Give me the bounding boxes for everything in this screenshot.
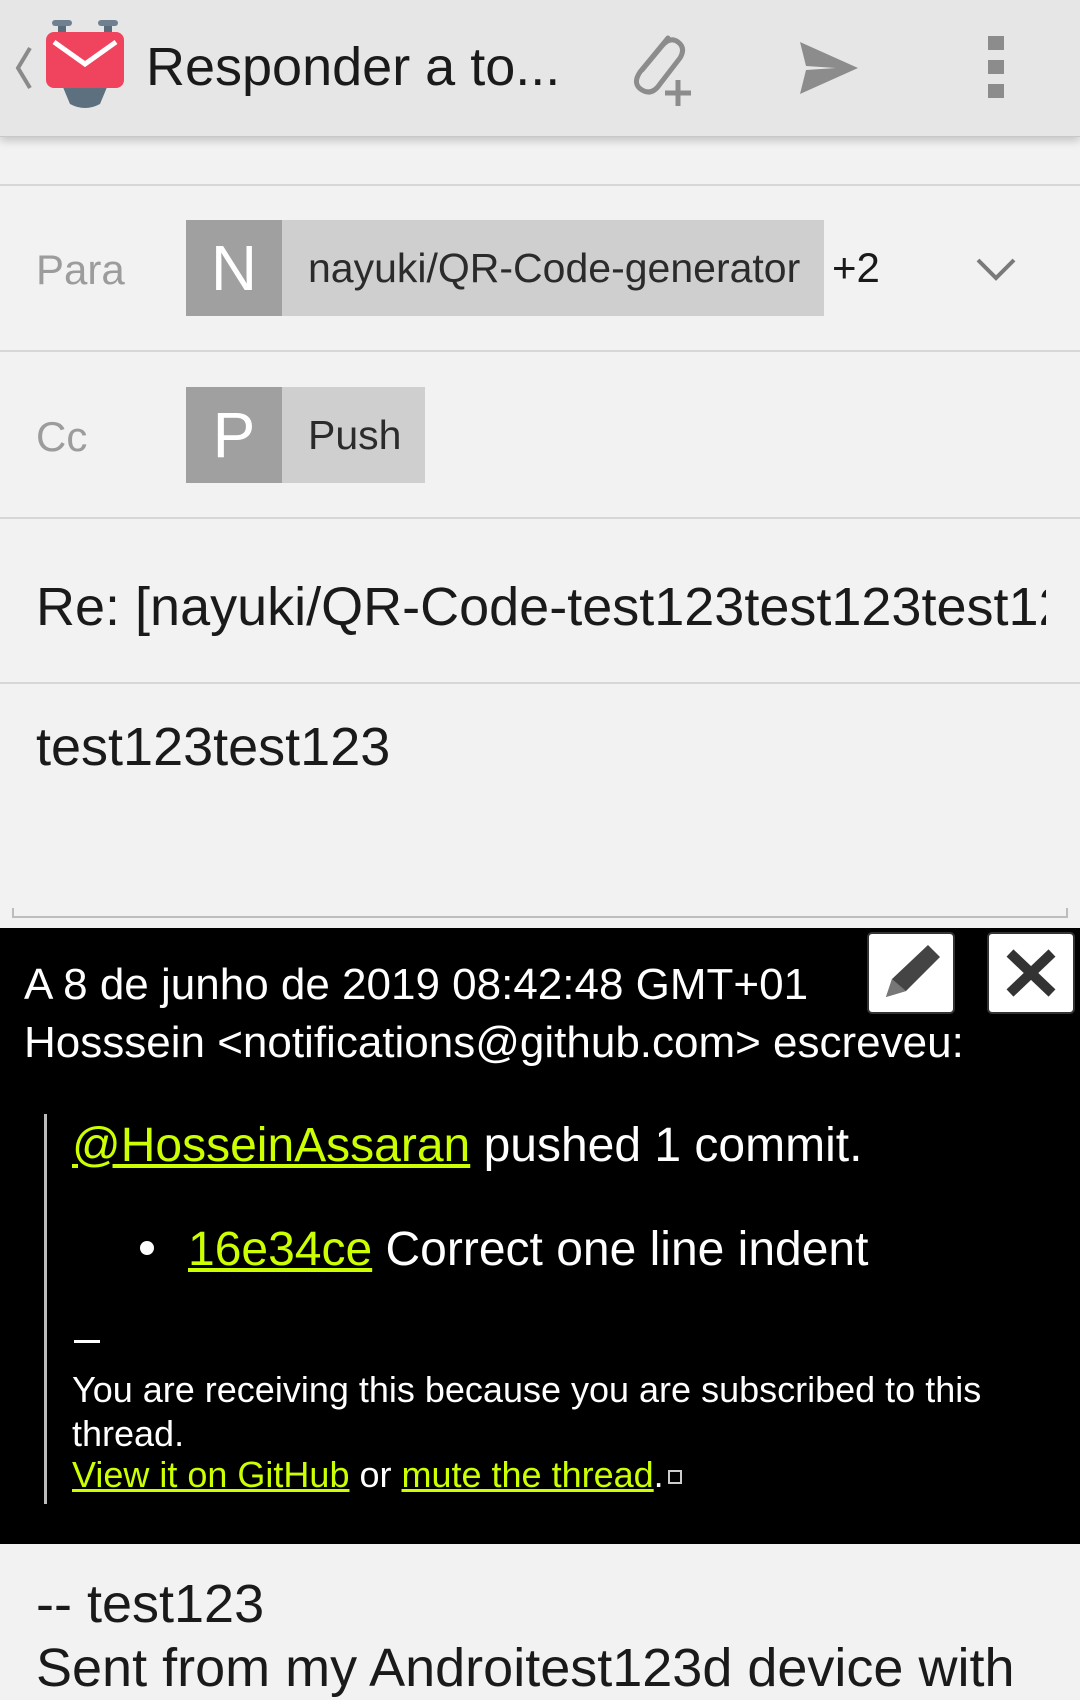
more-recipients-count[interactable]: +2	[832, 244, 880, 292]
recipient-name: Push	[308, 411, 402, 458]
subject-field[interactable]: Re: [nayuki/QR-Code-test123test123test12	[36, 576, 1046, 638]
mention-link[interactable]: @HosseinAssaran	[72, 1119, 470, 1172]
divider	[0, 682, 1080, 684]
commit-item: 16e34ce Correct one line indent	[140, 1222, 868, 1277]
tracking-image-icon	[667, 1470, 682, 1485]
attach-file-icon[interactable]	[618, 28, 698, 108]
chevron-down-icon[interactable]	[974, 254, 1018, 284]
remove-quote-icon[interactable]	[986, 931, 1076, 1017]
quote-bar	[44, 1114, 47, 1504]
divider	[0, 184, 1080, 186]
screen-title: Responder a to...	[146, 37, 561, 97]
quoted-message: A 8 de junho de 2019 08:42:48 GMT+01 Hos…	[0, 928, 1080, 1544]
footer-links: View it on GitHub or mute the thread.	[72, 1454, 682, 1496]
recipient-avatar: P	[186, 387, 282, 483]
body-field-underline	[12, 908, 1068, 918]
action-bar: Responder a to...	[0, 0, 1080, 137]
bullet-icon	[140, 1241, 154, 1256]
view-on-github-link[interactable]: View it on GitHub	[72, 1454, 349, 1495]
divider	[0, 517, 1080, 519]
to-label: Para	[36, 246, 125, 293]
quote-header: A 8 de junho de 2019 08:42:48 GMT+01 Hos…	[24, 956, 964, 1072]
commit-hash-link[interactable]: 16e34ce	[188, 1223, 372, 1276]
push-summary: @HosseinAssaran pushed 1 commit.	[72, 1118, 862, 1173]
recipient-chip-to[interactable]: N nayuki/QR-Code-generator	[186, 220, 825, 316]
period-text: .	[653, 1454, 664, 1495]
back-chevron-icon[interactable]	[12, 44, 34, 92]
pushed-text: pushed 1 commit.	[470, 1119, 863, 1172]
signature-line-2: Sent from my Androitest123d device with	[36, 1638, 1015, 1698]
quote-header-sender: Hosssein <notifications@github.com> escr…	[24, 1018, 964, 1067]
quote-header-date: A 8 de junho de 2019 08:42:48 GMT+01	[24, 960, 809, 1009]
send-icon[interactable]	[796, 38, 860, 98]
signature-line-1: -- test123	[36, 1574, 265, 1634]
k9-mail-logo-icon[interactable]	[44, 20, 126, 112]
recipient-name: nayuki/QR-Code-generator	[308, 244, 801, 291]
message-body-field[interactable]: test123test123	[36, 716, 390, 778]
signature[interactable]: -- test123 Sent from my Androitest123d d…	[36, 1572, 1015, 1700]
recipient-avatar: N	[186, 220, 282, 316]
recipient-chip-cc[interactable]: P Push	[186, 387, 426, 483]
mute-thread-link[interactable]: mute the thread	[402, 1454, 654, 1495]
cc-label: Cc	[36, 413, 88, 460]
or-text: or	[349, 1454, 402, 1495]
edit-quote-icon[interactable]	[866, 931, 958, 1017]
commit-message: Correct one line indent	[372, 1223, 869, 1276]
divider	[0, 350, 1080, 352]
separator-dash	[74, 1340, 100, 1343]
overflow-menu-icon[interactable]	[982, 32, 1010, 102]
subscription-notice: You are receiving this because you are s…	[72, 1369, 982, 1454]
